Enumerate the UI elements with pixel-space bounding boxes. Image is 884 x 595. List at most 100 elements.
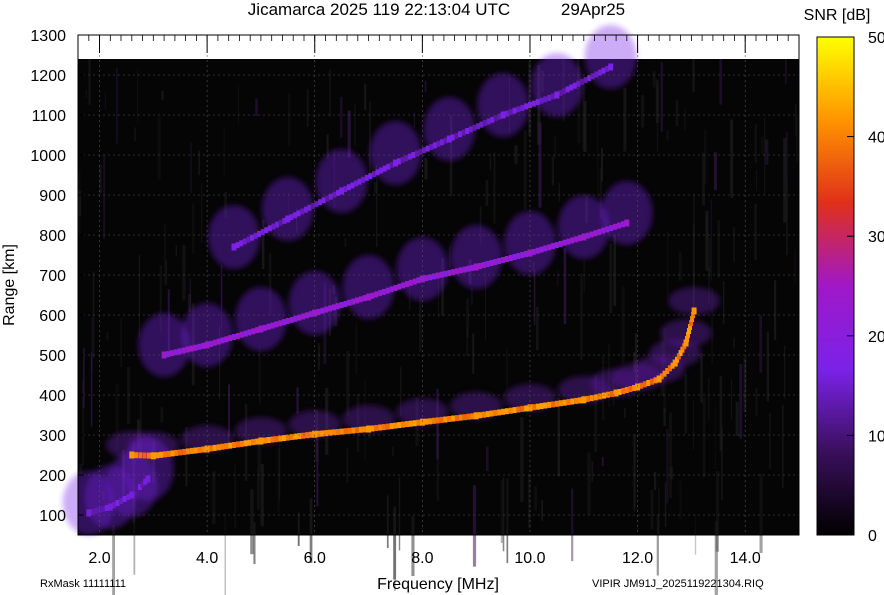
noise-streak <box>157 116 161 180</box>
noise-streak <box>250 489 254 555</box>
noise-streak <box>692 56 695 92</box>
x-tick-label: 10.0 <box>514 550 545 567</box>
noise-streak <box>583 260 586 293</box>
trace-segment <box>562 239 567 246</box>
trace-segment <box>481 262 486 268</box>
noise-streak <box>633 434 636 511</box>
noise-streak <box>678 252 682 281</box>
trace-segment <box>350 182 355 189</box>
trace-segment <box>189 447 194 454</box>
trace-segment <box>486 118 491 125</box>
noise-streak <box>730 379 732 421</box>
noise-streak <box>297 512 300 546</box>
noise-streak <box>786 176 788 256</box>
trace-segment <box>339 302 344 308</box>
echo-haze <box>121 437 174 501</box>
noise-streak <box>557 397 561 477</box>
noise-streak <box>759 473 763 553</box>
noise-streak <box>175 244 177 257</box>
trace-segment <box>554 242 559 248</box>
x-tick-label: 4.0 <box>196 550 218 567</box>
trace-segment <box>431 273 436 280</box>
trace-segment <box>574 236 579 243</box>
trace-segment <box>170 450 175 457</box>
noise-streak <box>719 55 723 105</box>
trace-segment <box>432 142 437 149</box>
chart-title: Jicamarca 2025 119 22:13:04 UTC <box>248 0 510 19</box>
trace-segment <box>335 429 340 435</box>
trace-segment <box>520 104 525 111</box>
trace-segment <box>267 225 272 232</box>
noise-streak <box>533 269 536 326</box>
trace-segment <box>594 71 599 78</box>
trace-segment <box>590 73 595 80</box>
y-tick-label: 1300 <box>30 28 66 45</box>
trace-point <box>624 219 630 227</box>
trace-point <box>339 187 345 195</box>
trace-segment <box>93 508 98 514</box>
y-tick-label: 100 <box>39 508 66 525</box>
trace-segment <box>185 448 190 455</box>
noise-streak <box>571 488 574 562</box>
trace-segment <box>224 443 229 450</box>
trace-segment <box>357 178 362 185</box>
noise-streak <box>329 69 331 118</box>
trace-segment <box>401 282 406 289</box>
trace-segment <box>605 226 610 233</box>
trace-segment <box>601 227 606 234</box>
noise-streak <box>228 384 230 437</box>
trace-segment <box>483 120 488 126</box>
trace-segment <box>551 401 555 408</box>
trace-point <box>129 451 135 459</box>
trace-segment <box>173 349 178 356</box>
trace-segment <box>321 197 326 204</box>
trace-segment <box>547 244 552 251</box>
noise-streak <box>287 92 291 146</box>
trace-segment <box>393 422 398 429</box>
noise-streak <box>224 512 226 595</box>
trace-segment <box>232 334 236 340</box>
noise-streak <box>90 352 93 427</box>
noise-streak <box>783 137 787 223</box>
trace-segment <box>458 414 463 421</box>
trace-segment <box>375 169 380 176</box>
trace-segment <box>485 261 490 267</box>
trace-segment <box>275 221 280 228</box>
trace-segment <box>264 227 269 234</box>
x-tick-label: 2.0 <box>88 550 110 567</box>
trace-point <box>107 503 113 511</box>
trace-point <box>366 293 372 301</box>
noise-streak <box>694 513 697 555</box>
trace-segment <box>465 128 470 134</box>
noise-streak <box>717 220 720 278</box>
trace-segment <box>397 422 402 429</box>
y-axis-label: Range [km] <box>1 244 18 326</box>
noise-streak <box>754 124 758 164</box>
trace-segment <box>177 348 182 355</box>
trace-segment <box>454 415 459 422</box>
trace-segment <box>531 100 536 107</box>
trace-point <box>473 263 479 271</box>
trace-segment <box>197 343 202 350</box>
trace-segment <box>260 229 265 236</box>
trace-segment <box>583 77 588 84</box>
noise-streak <box>355 323 358 375</box>
noise-streak <box>715 407 717 469</box>
noise-streak <box>339 96 343 138</box>
trace-segment <box>520 252 525 258</box>
trace-segment <box>347 299 352 306</box>
trace-segment <box>551 243 555 250</box>
noise-streak <box>754 203 757 260</box>
colorbar-tick-label: 50 <box>868 30 884 47</box>
trace-segment <box>374 291 379 298</box>
trace-segment <box>435 417 440 424</box>
noise-streak <box>702 396 706 478</box>
trace-point <box>691 307 697 315</box>
noise-streak <box>766 331 769 402</box>
trace-segment <box>246 236 251 243</box>
trace-segment <box>485 411 490 418</box>
noise-streak <box>623 87 627 152</box>
trace-segment <box>497 258 502 264</box>
trace-segment <box>389 423 394 430</box>
trace-segment <box>328 193 333 200</box>
